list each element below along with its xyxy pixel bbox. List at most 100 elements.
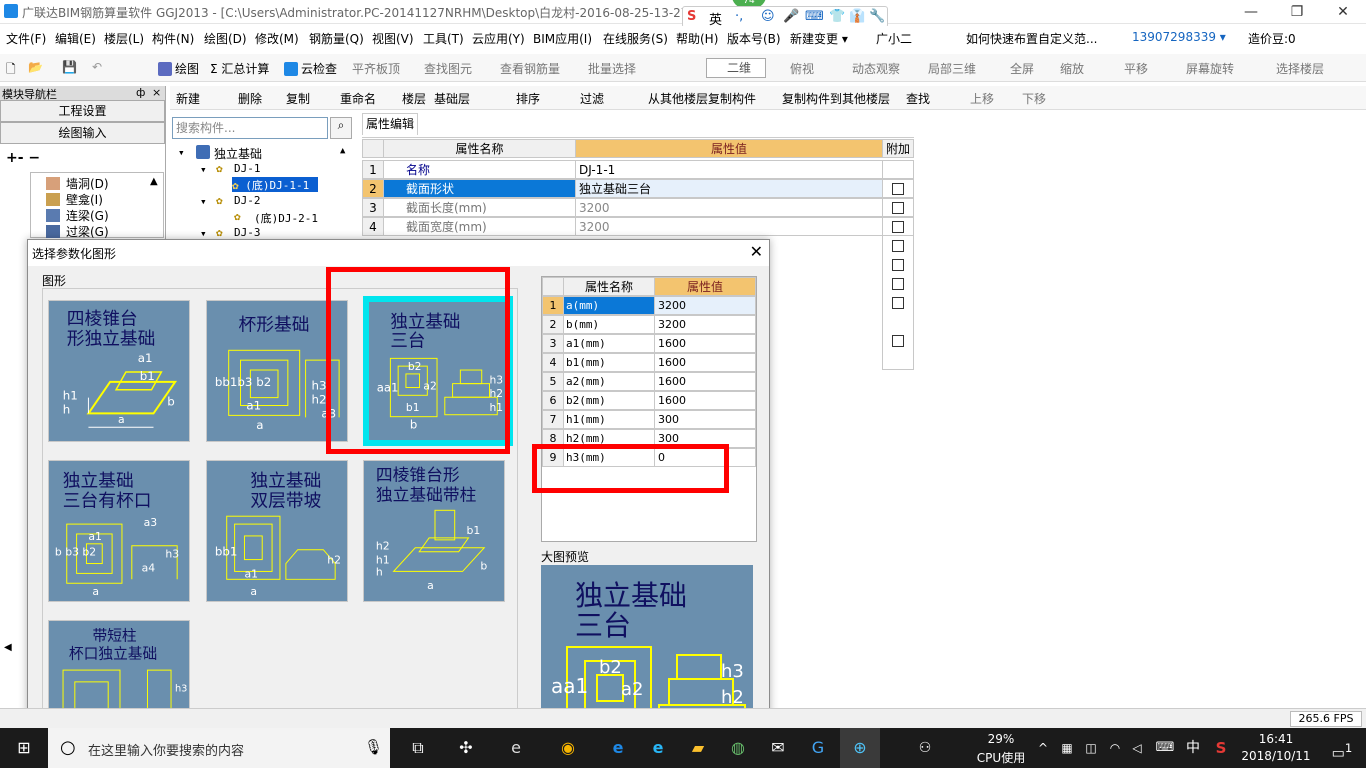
nav-item-coupling-beam[interactable]: 连梁(G) (66, 207, 109, 224)
menu-floor[interactable]: 楼层(L) (104, 30, 144, 47)
select-floor-button[interactable]: 选择楼层 (1276, 60, 1324, 77)
rename-button[interactable]: 重命名 (340, 90, 376, 107)
extra-checkbox[interactable] (892, 202, 904, 214)
task-view-icon[interactable]: ⧉ (398, 728, 438, 768)
cost-beans[interactable]: 造价豆:0 (1248, 30, 1296, 47)
tree-node-dj3[interactable]: DJ-3 (234, 226, 261, 239)
menu-file[interactable]: 文件(F) (6, 30, 46, 47)
zoom-button[interactable]: 缩放 (1060, 60, 1084, 77)
tree-toggle-icon[interactable]: ▾ (200, 163, 207, 176)
shape-pyramid-foundation-with-column[interactable]: 四棱锥台形 独立基础带柱 h2 h1 ha b b1 (363, 460, 505, 602)
prop-value-width[interactable]: 3200 (575, 217, 883, 236)
floor-select[interactable]: 基础层 (434, 90, 470, 107)
align-slab-top-button[interactable]: 平齐板顶 (352, 60, 400, 77)
tree-node-dj1-1-selected[interactable]: ✿ (底)DJ-1-1 (232, 177, 318, 192)
minimize-button[interactable]: — (1228, 0, 1274, 24)
edge-icon[interactable]: e (598, 728, 638, 768)
extra-checkbox[interactable] (892, 221, 904, 233)
menu-version[interactable]: 版本号(B) (727, 30, 781, 47)
tab-property-edit[interactable]: 属性编辑 (362, 113, 418, 135)
rotate-screen-button[interactable]: 屏幕旋转 (1186, 60, 1234, 77)
param-value[interactable]: 1600 (654, 334, 756, 353)
menu-assistant[interactable]: 广小二 (876, 30, 912, 47)
batch-select-button[interactable]: 批量选择 (588, 60, 636, 77)
tree-node-dj2-1[interactable]: (底)DJ-2-1 (254, 210, 318, 226)
view-rebar-button[interactable]: 查看钢筋量 (500, 60, 560, 77)
extra-checkbox[interactable] (892, 278, 904, 290)
prop-value-length[interactable]: 3200 (575, 198, 883, 217)
summary-calc-button[interactable]: Σ 汇总计算 (210, 60, 269, 77)
extra-checkbox[interactable] (892, 297, 904, 309)
filter-button[interactable]: 过滤 (580, 90, 604, 107)
browser-360-icon[interactable]: ◍ (718, 728, 758, 768)
menu-edit[interactable]: 编辑(E) (55, 30, 96, 47)
restore-button[interactable]: ❐ (1274, 0, 1320, 24)
menu-bim[interactable]: BIM应用(I) (533, 30, 592, 47)
menu-component[interactable]: 构件(N) (152, 30, 194, 47)
mic-icon[interactable]: 🎤 (783, 9, 799, 24)
search-icon[interactable]: ⌕ (330, 117, 352, 139)
tree-scroll-up-icon[interactable]: ▲ (340, 146, 345, 156)
tray-app-icon[interactable]: ◫ (1080, 728, 1102, 768)
move-down-button[interactable]: 下移 (1022, 90, 1046, 107)
chrome-icon[interactable]: ◉ (548, 728, 588, 768)
param-value[interactable]: 1600 (654, 372, 756, 391)
touch-keyboard-icon[interactable]: ⌨ (1150, 728, 1180, 768)
notification-center-icon[interactable]: ▭1 (1322, 728, 1362, 768)
people-icon[interactable]: ⚇ (910, 728, 940, 768)
menu-draw[interactable]: 绘图(D) (204, 30, 247, 47)
copy-to-floor-button[interactable]: 复制构件到其他楼层 (782, 90, 890, 107)
menu-tools[interactable]: 工具(T) (423, 30, 464, 47)
param-value[interactable]: 1600 (654, 391, 756, 410)
close-button[interactable]: ✕ (1320, 0, 1366, 24)
glodon-g-icon[interactable]: G (798, 728, 838, 768)
save-icon[interactable]: 💾 (62, 60, 77, 74)
project-settings-button[interactable]: 工程设置 (0, 100, 165, 122)
extra-checkbox[interactable] (892, 259, 904, 271)
menu-tip-link[interactable]: 如何快速布置自定义范... (966, 30, 1097, 47)
copy-button[interactable]: 复制 (286, 90, 310, 107)
open-file-icon[interactable]: 📂 (28, 60, 43, 74)
tree-toggle-icon[interactable]: ▾ (200, 195, 207, 208)
prop-value-name[interactable]: DJ-1-1 (575, 160, 883, 179)
taskbar-search-box[interactable]: ○ 在这里输入你要搜索的内容 🎙 (48, 728, 390, 768)
nav-item-lintel[interactable]: 过梁(G) (66, 223, 109, 240)
input-lang-indicator[interactable]: 中 (1182, 728, 1204, 768)
ime-toolbar[interactable]: S 英 ·, ☺ 🎤 ⌨ 👕 👔 🔧 (682, 6, 888, 28)
find-button[interactable]: 查找 (906, 90, 930, 107)
scroll-up-icon[interactable]: ▲ (150, 176, 158, 187)
menu-new-change[interactable]: 新建变更 ▾ (790, 30, 848, 47)
menu-modify[interactable]: 修改(M) (255, 30, 299, 47)
param-value[interactable]: 3200 (654, 315, 756, 334)
orbit-button[interactable]: 动态观察 (852, 60, 900, 77)
sogou-tray-icon[interactable]: S (1208, 728, 1234, 768)
ggj-app-icon[interactable]: ⊕ (840, 728, 880, 768)
dialog-close-icon[interactable]: ✕ (750, 242, 763, 261)
nav-item-wall-hole[interactable]: 墙洞(D) (66, 175, 109, 192)
draw-button[interactable]: 绘图 (158, 60, 199, 77)
new-file-icon[interactable]: 🗋 (6, 60, 16, 81)
fullscreen-button[interactable]: 全屏 (1010, 60, 1034, 77)
nav-close-icon[interactable]: × (152, 86, 161, 99)
extra-checkbox[interactable] (892, 183, 904, 195)
copy-from-floor-button[interactable]: 从其他楼层复制构件 (648, 90, 756, 107)
user-account[interactable]: 13907298339 ▾ (1132, 30, 1226, 44)
pin-icon[interactable]: ф (136, 86, 145, 99)
component-search-input[interactable]: 搜索构件... (172, 117, 328, 139)
wifi-icon[interactable]: ◠ (1104, 728, 1126, 768)
param-value[interactable]: 3200 (654, 296, 756, 315)
mail-icon[interactable]: ✉ (758, 728, 798, 768)
tree-node-dj1[interactable]: DJ-1 (234, 162, 261, 175)
tree-node-dj2[interactable]: DJ-2 (234, 194, 261, 207)
extra-checkbox[interactable] (892, 335, 904, 347)
delete-button[interactable]: 删除 (238, 90, 262, 107)
extra-checkbox[interactable] (892, 240, 904, 252)
folder-icon[interactable]: ▰ (678, 728, 718, 768)
move-up-button[interactable]: 上移 (970, 90, 994, 107)
tray-expand-icon[interactable]: ^ (1034, 728, 1052, 768)
sort-button[interactable]: 排序 (516, 90, 540, 107)
find-element-button[interactable]: 查找图元 (424, 60, 472, 77)
drawing-input-button[interactable]: 绘图输入 (0, 122, 165, 144)
wrench-icon[interactable]: 🔧 (869, 9, 885, 24)
menu-help[interactable]: 帮助(H) (676, 30, 718, 47)
